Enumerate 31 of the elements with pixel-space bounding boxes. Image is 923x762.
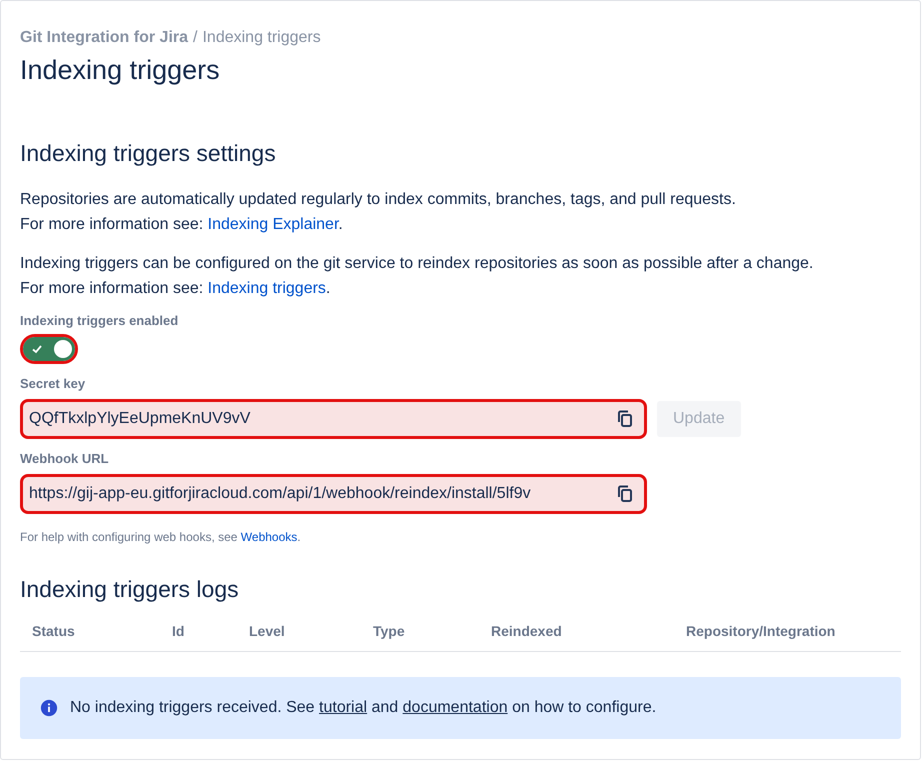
paragraph-text: Indexing triggers can be configured on the git service to reindex repositories as soon as possible after a change. <box>20 254 814 274</box>
field-value: QQfTkxlpYlyEeUpmeKnUV9vV <box>29 410 252 428</box>
info-icon <box>40 699 58 717</box>
paragraph-text: Repositories are automatically updated regularly to index commits, branches, tags, and pull requests. <box>20 190 737 210</box>
column-header: Id <box>172 623 186 639</box>
column-header: Reindexed <box>491 623 563 639</box>
info-message: No indexing triggers received. See tutorial and documentation on how to configure. <box>70 699 656 717</box>
help-link[interactable]: Indexing Explainer <box>208 216 338 233</box>
breadcrumb-separator: / <box>193 29 198 47</box>
check-icon <box>31 343 43 355</box>
column-header: Status <box>32 623 76 639</box>
section-heading: Indexing triggers settings <box>20 140 277 167</box>
column-header: Repository/Integration <box>686 623 836 639</box>
paragraph-text: For more information see: Indexing triggers. <box>20 279 332 299</box>
section-heading: Indexing triggers logs <box>20 576 240 603</box>
field-label: Secret key <box>20 376 86 391</box>
message-link[interactable]: documentation <box>402 699 508 716</box>
webhook-url-field[interactable]: https://gij-app-eu.gitforjiracloud.com/api/1/webhook/reindex/install/5lf9v <box>20 474 647 514</box>
page-title: Indexing triggers <box>20 55 221 86</box>
help-link[interactable]: Indexing triggers <box>208 280 326 297</box>
column-header: Level <box>249 623 286 639</box>
webhooks-link[interactable]: Webhooks <box>240 530 298 544</box>
help-text: For help with configuring web hooks, see Webhooks. <box>20 530 302 544</box>
message-link[interactable]: tutorial <box>319 699 368 716</box>
secret-key-field[interactable]: QQfTkxlpYlyEeUpmeKnUV9vV <box>20 399 647 439</box>
paragraph-text: For more information see: Indexing Explainer. <box>20 215 344 235</box>
field-label: Webhook URL <box>20 451 110 466</box>
field-label: Indexing triggers enabled <box>20 313 180 328</box>
breadcrumb-current: Indexing triggers <box>202 29 321 47</box>
field-value: https://gij-app-eu.gitforjiracloud.com/api/1/webhook/reindex/install/5lf9v <box>29 485 532 503</box>
column-header: Type <box>373 623 406 639</box>
